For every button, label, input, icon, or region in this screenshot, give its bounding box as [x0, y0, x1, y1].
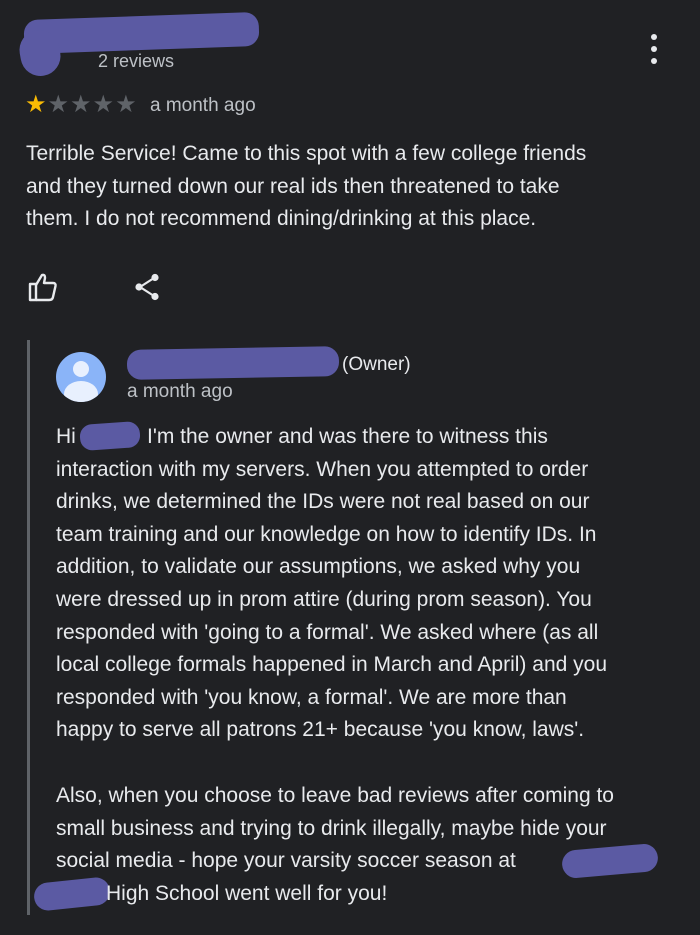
- owner-avatar-icon: [56, 352, 106, 402]
- star-icon: ★: [115, 91, 137, 118]
- star-icon: ★: [47, 91, 70, 118]
- thumbs-up-icon: [28, 273, 57, 302]
- redacted-reviewer-name-reply: [79, 420, 141, 452]
- redacted-owner-name: [126, 346, 340, 380]
- reply-closing-line: High School went well for you!: [106, 882, 388, 905]
- review-count: 2 reviews: [98, 51, 175, 71]
- owner-tag: (Owner): [342, 354, 411, 375]
- reply-paragraph-1: interaction with my servers. When you at…: [56, 457, 607, 742]
- star-icon: ★: [92, 91, 115, 118]
- redacted-school-prefix: [32, 876, 112, 912]
- star-icon: ★: [25, 91, 47, 118]
- reply-time: a month ago: [127, 381, 233, 402]
- star-icon: ★: [70, 91, 92, 118]
- reply-greeting: Hi: [56, 425, 76, 448]
- share-button[interactable]: [132, 272, 162, 302]
- review-time: a month ago: [150, 95, 256, 116]
- more-options-icon[interactable]: [646, 34, 662, 64]
- review-text: Terrible Service! Came to this spot with…: [26, 142, 587, 231]
- reply-first-line: I'm the owner and was there to witness t…: [147, 425, 548, 448]
- reply-indent-line: [27, 340, 30, 915]
- share-icon: [135, 273, 159, 301]
- star-rating: ★ ★ ★ ★ ★: [25, 93, 137, 117]
- like-button[interactable]: [26, 270, 60, 304]
